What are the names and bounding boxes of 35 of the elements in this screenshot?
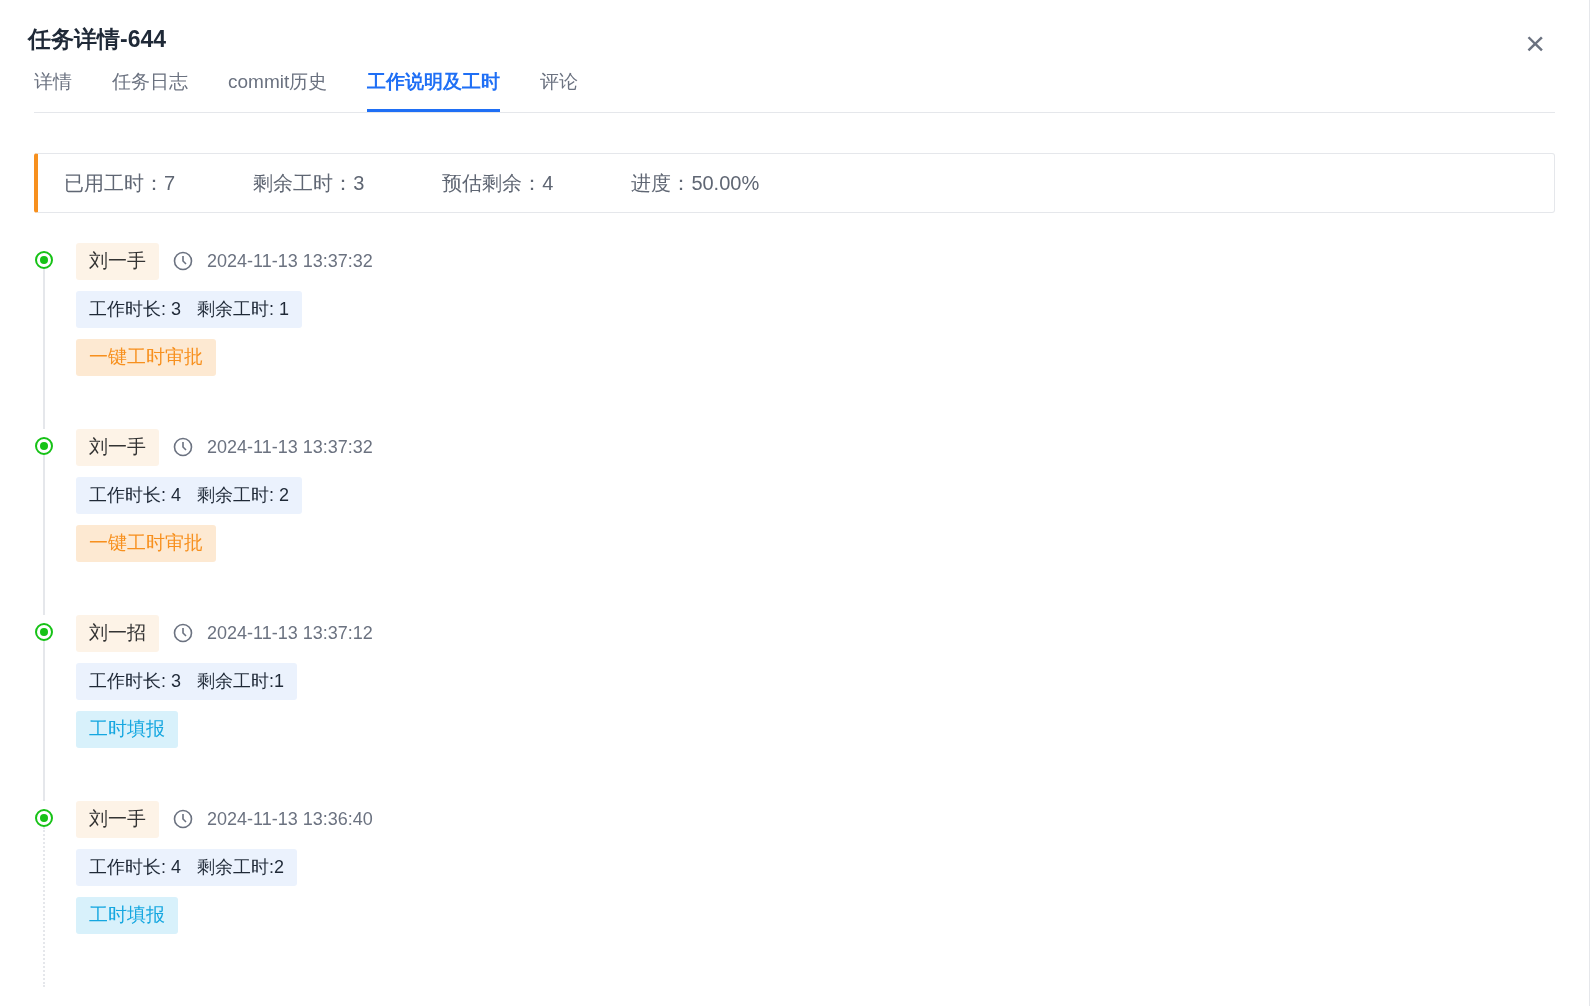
timestamp: 2024-11-13 13:37:12 bbox=[207, 621, 373, 645]
status-tag: 工时填报 bbox=[76, 710, 178, 748]
work-hours: 工作时长: 4 bbox=[89, 483, 181, 507]
remaining-hours: 剩余工时:1 bbox=[197, 669, 285, 693]
remaining-hours: 剩余工时: 2 bbox=[197, 483, 290, 507]
status-tag: 一键工时审批 bbox=[76, 338, 216, 376]
clock-icon bbox=[173, 437, 193, 457]
summary-stat: 已用工时：7 bbox=[64, 170, 176, 196]
summary-stat: 进度：50.00% bbox=[631, 170, 760, 196]
status-tag: 一键工时审批 bbox=[76, 524, 216, 562]
timestamp: 2024-11-13 13:37:32 bbox=[207, 249, 373, 273]
tab[interactable]: commit历史 bbox=[228, 68, 328, 112]
timestamp: 2024-11-13 13:36:40 bbox=[207, 807, 373, 831]
work-hours: 工作时长: 3 bbox=[89, 669, 181, 693]
user-tag: 刘一手 bbox=[76, 428, 159, 466]
clock-icon bbox=[173, 251, 193, 271]
summary-stat: 预估剩余：4 bbox=[442, 170, 554, 196]
close-button[interactable]: × bbox=[1525, 26, 1545, 60]
remaining-hours: 剩余工时:2 bbox=[197, 855, 285, 879]
clock-icon bbox=[173, 623, 193, 643]
user-tag: 刘一招 bbox=[76, 614, 159, 652]
user-tag: 刘一手 bbox=[76, 800, 159, 838]
tab[interactable]: 评论 bbox=[540, 68, 579, 112]
tab[interactable]: 详情 bbox=[34, 68, 72, 112]
status-tag: 工时填报 bbox=[76, 896, 178, 934]
clock-icon bbox=[173, 809, 193, 829]
summary-stat: 剩余工时：3 bbox=[253, 170, 365, 196]
user-tag: 刘一手 bbox=[76, 242, 159, 280]
remaining-hours: 剩余工时: 1 bbox=[197, 297, 290, 321]
tab[interactable]: 任务日志 bbox=[112, 68, 188, 112]
work-hours: 工作时长: 4 bbox=[89, 855, 181, 879]
timestamp: 2024-11-13 13:37:32 bbox=[207, 435, 373, 459]
tab[interactable]: 工作说明及工时 bbox=[367, 68, 501, 112]
dialog-title: 任务详情-644 bbox=[28, 24, 167, 54]
work-hours: 工作时长: 3 bbox=[89, 297, 181, 321]
